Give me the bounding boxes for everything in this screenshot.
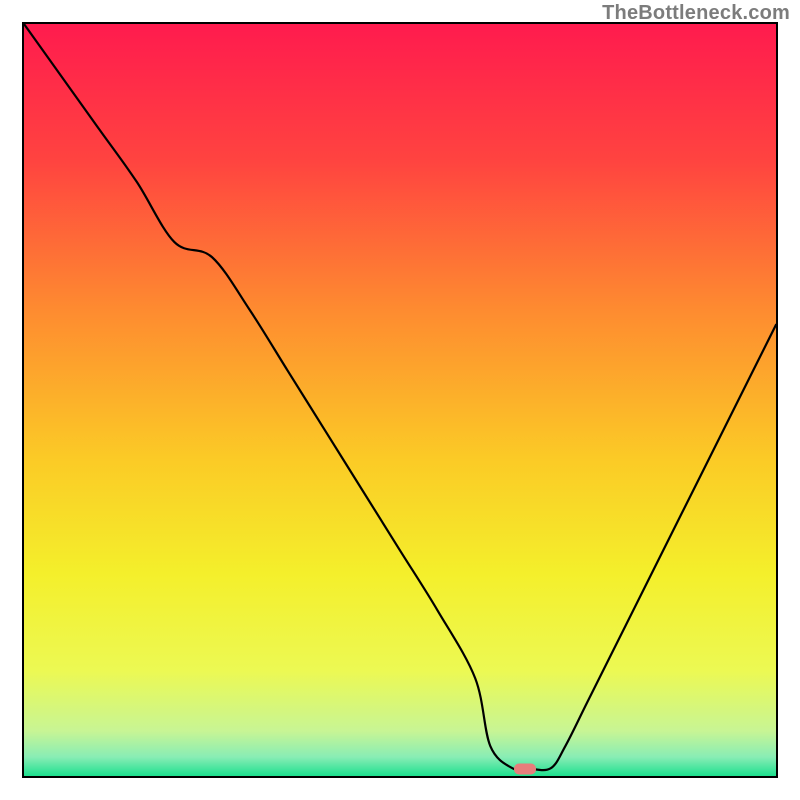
chart-container: TheBottleneck.com (0, 0, 800, 800)
plot-frame (22, 22, 778, 778)
watermark-text: TheBottleneck.com (602, 2, 790, 25)
optimal-marker (514, 764, 536, 775)
bottleneck-curve (24, 24, 776, 776)
